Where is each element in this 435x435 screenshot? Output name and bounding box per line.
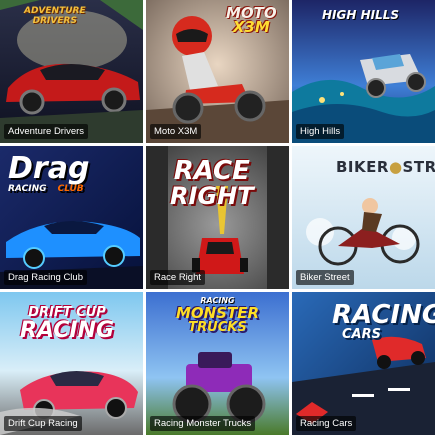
game-title: Drag Racing Club: [4, 270, 87, 285]
game-tile-biker-street[interactable]: BIKER●STREET Biker Street: [292, 146, 435, 289]
biker-street-logo: BIKER●STREET: [336, 158, 435, 176]
game-tile-racing-monster-trucks[interactable]: RACING MONSTER TRUCKS Racing Monster Tru…: [146, 292, 289, 435]
race-right-logo: RACE RIGHT: [170, 156, 254, 210]
drag-racing-club-logo: Drag RACING CLUB: [8, 151, 90, 195]
racing-monster-trucks-logo: RACING MONSTER TRUCKS: [175, 296, 260, 335]
game-title: Racing Monster Trucks: [150, 416, 256, 431]
game-title: Race Right: [150, 270, 205, 285]
game-tile-adventure-drivers[interactable]: ADVENTURE DRIVERS Adventure Drivers: [0, 0, 143, 143]
high-hills-logo: HIGH HILLS: [322, 8, 400, 22]
game-title: Adventure Drivers: [4, 124, 89, 139]
game-title: Biker Street: [296, 270, 354, 285]
game-tile-drift-cup-racing[interactable]: DRIFT CUP RACING Drift Cup Racing: [0, 292, 143, 435]
game-tile-high-hills[interactable]: HIGH HILLS High Hills: [292, 0, 435, 143]
game-tile-racing-cars[interactable]: RACING CARS Racing Cars: [292, 292, 435, 435]
game-title: Moto X3M: [150, 124, 202, 139]
adventure-drivers-logo: ADVENTURE DRIVERS: [24, 6, 86, 26]
game-tile-race-right[interactable]: RACE RIGHT Race Right: [146, 146, 289, 289]
game-tile-drag-racing-club[interactable]: Drag RACING CLUB Drag Racing Club: [0, 146, 143, 289]
game-title: Racing Cars: [296, 416, 357, 431]
game-tile-moto-x3m[interactable]: MOTO X3M Moto X3M: [146, 0, 289, 143]
drift-cup-racing-logo: DRIFT CUP RACING: [20, 305, 115, 343]
game-title: High Hills: [296, 124, 345, 139]
game-grid: ADVENTURE DRIVERS Adventure Drivers MOTO…: [0, 0, 435, 435]
game-title: Drift Cup Racing: [4, 416, 82, 431]
moto-x3m-logo: MOTO X3M: [226, 4, 277, 36]
racing-cars-logo: RACING CARS: [332, 300, 435, 342]
